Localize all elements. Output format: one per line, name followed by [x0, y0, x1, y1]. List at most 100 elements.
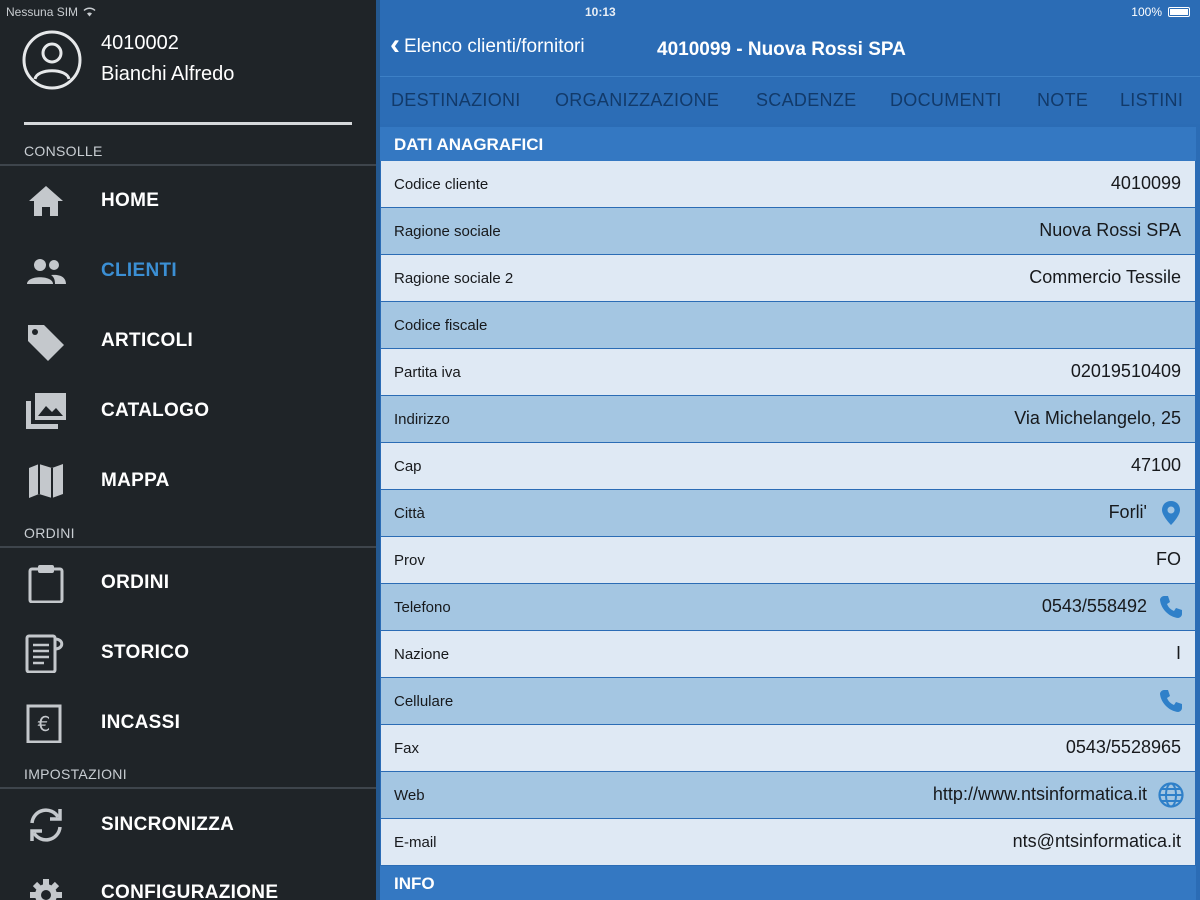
menu-item-ordini[interactable]: ORDINI [0, 548, 376, 618]
field-row-web: Web http://www.ntsinformatica.it [381, 772, 1195, 818]
menu-item-mappa[interactable]: MAPPA [0, 446, 376, 516]
field-value: 0543/558492 [1041, 596, 1147, 616]
field-row-ragione-sociale: Ragione sociale Nuova Rossi SPA [381, 208, 1195, 254]
info-title: INFO [394, 874, 435, 893]
field-label: Ragione sociale [394, 223, 501, 240]
people-icon [27, 259, 66, 284]
user-profile[interactable]: 4010002 Bianchi Alfredo [0, 24, 376, 124]
phone-icon[interactable] [1157, 687, 1185, 715]
field-label: Telefono [394, 599, 451, 616]
menu-item-catalogo[interactable]: CATALOGO [0, 376, 376, 446]
user-name: Bianchi Alfredo [101, 63, 235, 85]
receipt-icon [25, 634, 64, 673]
field-label: Nazione [394, 646, 450, 663]
field-label: Codice fiscale [394, 317, 488, 334]
field-label: Codice cliente [394, 176, 489, 193]
section-title: DATI ANAGRAFICI [394, 135, 544, 154]
main-panel-edge [376, 0, 380, 900]
field-value: Forli' [1108, 502, 1147, 522]
profile-divider [24, 122, 352, 125]
section-consolle: CONSOLLE [24, 143, 103, 159]
navbar-divider [380, 76, 1200, 77]
field-value: http://www.ntsinformatica.it [932, 784, 1147, 804]
menu-label-incassi: INCASSI [101, 712, 181, 733]
field-label: Partita iva [394, 364, 461, 381]
navbar: ‹ Elenco clienti/fornitori 4010099 - Nuo… [376, 24, 1200, 76]
field-row-partita-iva: Partita iva 02019510409 [381, 349, 1195, 395]
menu-label-home: HOME [101, 190, 160, 211]
field-value: I [1175, 643, 1181, 663]
section-impostazioni: IMPOSTAZIONI [24, 766, 127, 782]
tag-icon [28, 325, 64, 361]
section-header-info: INFO [380, 866, 1196, 900]
field-row-ragione-sociale-2: Ragione sociale 2 Commercio Tessile [381, 255, 1195, 301]
tab-destinazioni[interactable]: DESTINAZIONI [391, 90, 521, 111]
menu-item-clienti[interactable]: CLIENTI [0, 236, 376, 306]
field-label: Cellulare [394, 693, 454, 710]
field-label: Fax [394, 740, 420, 757]
back-label: Elenco clienti/fornitori [404, 36, 585, 57]
phone-icon[interactable] [1157, 593, 1185, 621]
tab-note[interactable]: NOTE [1037, 90, 1088, 111]
field-row-codice-fiscale: Codice fiscale [381, 302, 1195, 348]
field-value: Commercio Tessile [1029, 267, 1181, 287]
menu-item-storico[interactable]: STORICO [0, 618, 376, 688]
menu-item-configurazione[interactable]: CONFIGURAZIONE [0, 858, 376, 900]
svg-text:€: € [38, 712, 51, 736]
field-row-citta: Città Forli' [381, 490, 1195, 536]
field-row-indirizzo: Indirizzo Via Michelangelo, 25 [381, 396, 1195, 442]
tab-documenti[interactable]: DOCUMENTI [890, 90, 1002, 111]
tab-scadenze[interactable]: SCADENZE [756, 90, 856, 111]
menu-item-incassi[interactable]: € INCASSI [0, 688, 376, 758]
field-value: 47100 [1130, 455, 1181, 475]
avatar-icon [22, 30, 82, 90]
section-header-dati-anagrafici: DATI ANAGRAFICI [380, 127, 1196, 161]
field-value: FO [1156, 549, 1181, 569]
field-label: Cap [394, 458, 422, 475]
chevron-left-icon: ‹ [390, 28, 400, 61]
tab-listini[interactable]: LISTINI [1120, 90, 1183, 111]
field-row-codice-cliente: Codice cliente 4010099 [381, 161, 1195, 207]
field-row-cellulare: Cellulare [381, 678, 1195, 724]
user-code: 4010002 [101, 32, 179, 54]
field-value: Via Michelangelo, 25 [1014, 408, 1181, 428]
field-label: Web [394, 787, 425, 804]
field-label: Indirizzo [394, 411, 450, 428]
home-icon [29, 186, 63, 216]
field-label: E-mail [394, 834, 437, 851]
main-panel: ‹ Elenco clienti/fornitori 4010099 - Nuo… [376, 0, 1200, 900]
field-value: Nuova Rossi SPA [1039, 220, 1181, 240]
menu-item-home[interactable]: HOME [0, 166, 376, 236]
gear-icon [30, 879, 62, 900]
field-row-prov: Prov FO [381, 537, 1195, 583]
field-label: Prov [394, 552, 425, 569]
field-row-fax: Fax 0543/5528965 [381, 725, 1195, 771]
field-value: 02019510409 [1070, 361, 1181, 381]
back-button[interactable]: ‹ Elenco clienti/fornitori [390, 28, 585, 61]
sync-icon [30, 808, 62, 842]
section-ordini: ORDINI [24, 525, 75, 541]
field-label: Ragione sociale 2 [394, 270, 514, 287]
tab-organizzazione[interactable]: ORGANIZZAZIONE [555, 90, 719, 111]
menu-label-mappa: MAPPA [101, 470, 170, 491]
globe-icon[interactable] [1157, 781, 1185, 809]
map-pin-icon[interactable] [1157, 499, 1185, 527]
field-row-cap: Cap 47100 [381, 443, 1195, 489]
menu-item-articoli[interactable]: ARTICOLI [0, 306, 376, 376]
field-value: 4010099 [1110, 173, 1181, 193]
page-title: 4010099 - Nuova Rossi SPA [657, 39, 906, 60]
field-value: nts@ntsinformatica.it [1012, 831, 1181, 851]
section-divider [0, 787, 376, 789]
menu-label-articoli: ARTICOLI [101, 330, 194, 351]
field-row-email: E-mail nts@ntsinformatica.it [381, 819, 1195, 865]
menu-label-sincronizza: SINCRONIZZA [101, 814, 235, 835]
menu-label-ordini: ORDINI [101, 572, 170, 593]
menu-label-storico: STORICO [101, 642, 190, 663]
menu-label-configurazione: CONFIGURAZIONE [101, 882, 279, 900]
tab-bar: DESTINAZIONI ORGANIZZAZIONE SCADENZE DOC… [380, 78, 1200, 124]
menu-item-sincronizza[interactable]: SINCRONIZZA [0, 790, 376, 860]
sidebar: 4010002 Bianchi Alfredo CONSOLLE HOME CL… [0, 0, 376, 900]
menu-label-catalogo: CATALOGO [101, 400, 210, 421]
field-label: Città [394, 505, 425, 522]
field-row-telefono: Telefono 0543/558492 [381, 584, 1195, 630]
